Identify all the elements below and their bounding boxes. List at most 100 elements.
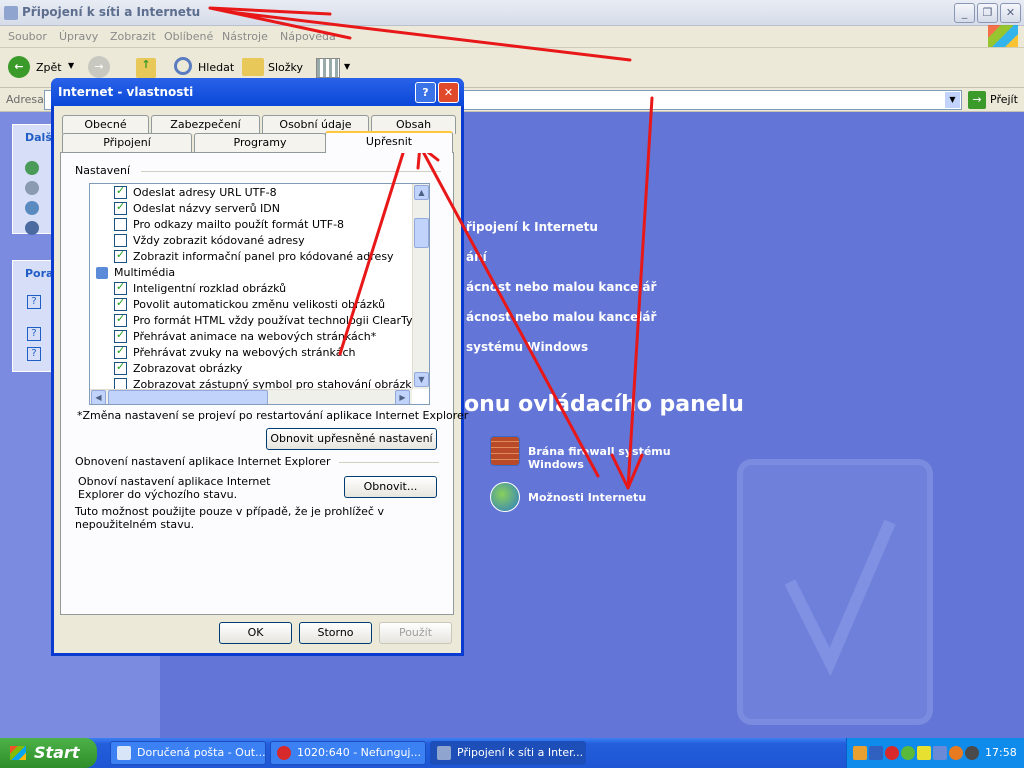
tray-icon-4[interactable] (901, 746, 915, 760)
taskbar-item-outlook[interactable]: Doručená pošta - Out... (110, 741, 266, 765)
setting-checkbox[interactable] (114, 296, 127, 311)
address-dropdown-icon[interactable]: ▼ (945, 92, 960, 108)
setting-checkbox[interactable] (114, 218, 127, 231)
horizontal-scrollbar[interactable]: ◀ ▶ (90, 389, 412, 404)
go-arrow-icon: → (968, 91, 986, 109)
scroll-right-button[interactable]: ▶ (395, 390, 410, 404)
taskbar-item-opera[interactable]: 1020:640 - Nefunguj... (270, 741, 426, 765)
setting-label: Povolit automatickou změnu velikosti obr… (133, 298, 386, 311)
back-arrow-icon: ← (8, 56, 30, 78)
setting-checkbox[interactable] (114, 312, 127, 327)
setting-label: Zobrazovat obrázky (133, 362, 243, 375)
taskbar-item-outlook-label: Doručená pošta - Out... (137, 746, 266, 759)
setting-checkbox[interactable] (114, 234, 127, 247)
network-icon-4[interactable] (25, 221, 39, 235)
troubleshooters-title: Pora (25, 267, 54, 280)
category-link-4[interactable]: ácnost nebo malou kancelář (466, 310, 656, 324)
cpl-item-firewall[interactable]: Brána firewall systému Windows (490, 436, 720, 471)
tab-advanced[interactable]: Upřesnit (325, 131, 453, 153)
hscroll-thumb[interactable] (108, 390, 268, 404)
setting-label: Pro odkazy mailto použít formát UTF-8 (133, 218, 345, 231)
internet-options-icon (490, 482, 520, 512)
help-icon-3[interactable]: ? (27, 347, 41, 361)
internet-options-label: Možnosti Internetu (528, 491, 647, 504)
setting-checkbox[interactable] (114, 360, 127, 375)
multimedia-icon (96, 267, 108, 279)
search-button[interactable]: Hledat (174, 56, 234, 80)
setting-label: Zobrazit informační panel pro kódované a… (133, 250, 394, 263)
menu-item-help[interactable]: Nápověda (280, 30, 336, 43)
help-button[interactable]: ? (415, 82, 436, 103)
help-icon[interactable]: ? (27, 295, 41, 309)
menu-item-file[interactable]: Soubor (8, 30, 47, 43)
tab-security[interactable]: Zabezpečení (151, 115, 260, 134)
scroll-left-button[interactable]: ◀ (91, 390, 106, 404)
apply-button[interactable]: Použít (379, 622, 452, 644)
settings-separator (141, 171, 441, 172)
menu-item-favorites[interactable]: Oblíbené (164, 30, 213, 43)
outlook-icon (117, 746, 131, 760)
network-icon-3[interactable] (25, 201, 39, 215)
tab-general[interactable]: Obecné (62, 115, 149, 134)
close-button[interactable]: ✕ (1000, 3, 1021, 23)
tray-icon-5[interactable] (917, 746, 931, 760)
scroll-thumb[interactable] (414, 218, 429, 248)
menu-item-edit[interactable]: Úpravy (59, 30, 98, 43)
tray-icon-8[interactable] (965, 746, 979, 760)
cpl-item-internet-options[interactable]: Možnosti Internetu (490, 482, 670, 514)
setting-label: Odeslat adresy URL UTF-8 (133, 186, 277, 199)
setting-checkbox[interactable] (114, 280, 127, 295)
network-icon[interactable] (25, 161, 39, 175)
views-icon[interactable] (316, 58, 340, 78)
setting-label: Pro formát HTML vždy používat technologi… (133, 314, 430, 327)
scroll-up-button[interactable]: ▲ (414, 185, 429, 200)
setting-checkbox[interactable] (114, 184, 127, 199)
folders-button[interactable]: Složky (242, 56, 304, 80)
tray-icon-1[interactable] (853, 746, 867, 760)
vertical-scrollbar[interactable]: ▲ ▼ (412, 184, 429, 389)
category-link-5[interactable]: systému Windows (466, 340, 588, 354)
dialog-title-bar[interactable]: Internet - vlastnosti ? ✕ (51, 78, 464, 106)
minimize-button[interactable]: _ (954, 3, 975, 23)
search-icon (174, 57, 192, 75)
help-icon-2[interactable]: ? (27, 327, 41, 341)
setting-checkbox[interactable] (114, 344, 127, 359)
tray-icon-3[interactable] (885, 746, 899, 760)
tab-programs[interactable]: Programy (194, 133, 326, 152)
category-link-2[interactable]: ání (466, 250, 487, 264)
setting-checkbox[interactable] (114, 200, 127, 215)
internet-properties-dialog: Internet - vlastnosti ? ✕ Obecné Zabezpe… (51, 78, 468, 656)
firewall-icon (490, 436, 520, 466)
reset-button[interactable]: Obnovit... (344, 476, 437, 498)
firewall-label: Brána firewall systému Windows (528, 445, 671, 471)
scroll-down-button[interactable]: ▼ (414, 372, 429, 387)
tray-icon-7[interactable] (949, 746, 963, 760)
start-button[interactable]: Start (0, 738, 97, 768)
go-button[interactable]: → Přejít (968, 91, 1020, 109)
tray-icon-6[interactable] (933, 746, 947, 760)
network-icon-2[interactable] (25, 181, 39, 195)
window-title: Připojení k síti a Internetu (22, 5, 201, 19)
tab-connections[interactable]: Připojení (62, 133, 192, 152)
maximize-button[interactable]: ❐ (977, 3, 998, 23)
search-label: Hledat (198, 61, 235, 74)
views-dropdown-icon[interactable]: ▼ (344, 62, 350, 71)
dialog-close-button[interactable]: ✕ (438, 82, 459, 103)
title-bar[interactable]: Připojení k síti a Internetu _ ❐ ✕ (0, 0, 1024, 26)
back-button[interactable]: ← Zpět ▼ (8, 56, 78, 80)
cancel-button[interactable]: Storno (299, 622, 372, 644)
category-link-3[interactable]: ácnost nebo malou kancelář (466, 280, 656, 294)
dialog-body: Obecné Zabezpečení Osobní údaje Obsah Př… (54, 106, 468, 653)
up-folder-icon[interactable]: ↑ (136, 58, 156, 78)
tray-icon-2[interactable] (869, 746, 883, 760)
forward-button[interactable]: → (88, 56, 110, 78)
ok-button[interactable]: OK (219, 622, 292, 644)
clock[interactable]: 17:58 (985, 746, 1017, 759)
menu-item-tools[interactable]: Nástroje (222, 30, 268, 43)
menu-item-view[interactable]: Zobrazit (110, 30, 156, 43)
setting-checkbox[interactable] (114, 248, 127, 263)
restore-advanced-button[interactable]: Obnovit upřesněné nastavení (266, 428, 437, 450)
taskbar-item-network[interactable]: Připojení k síti a Inter... (430, 741, 586, 765)
setting-checkbox[interactable] (114, 328, 127, 343)
category-link-internet[interactable]: řipojení k Internetu (466, 220, 598, 234)
